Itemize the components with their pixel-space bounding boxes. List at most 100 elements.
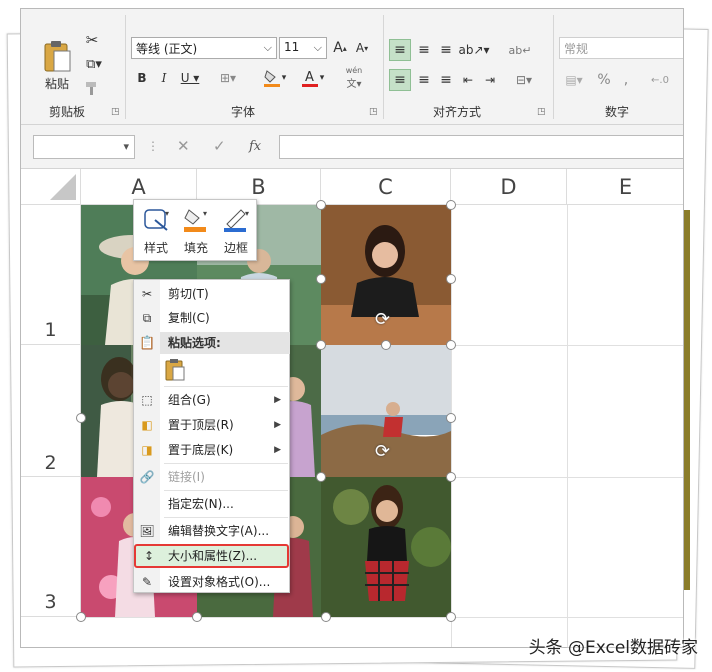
format-painter-icon[interactable] (83, 79, 101, 97)
resize-handle[interactable] (76, 413, 86, 423)
resize-handle[interactable] (316, 200, 326, 210)
photo-c3[interactable] (321, 477, 451, 617)
underline-button[interactable]: U ▾ (177, 69, 203, 87)
row-header-2[interactable]: 2 (21, 345, 81, 477)
chevron-down-icon: ⌵ (263, 41, 272, 54)
resize-handle[interactable] (446, 413, 456, 423)
decrease-font-icon[interactable]: A ▾ (353, 39, 371, 57)
row-header-3[interactable]: 3 (21, 477, 81, 617)
resize-handle[interactable] (76, 612, 86, 622)
clipboard-icon (44, 40, 71, 71)
align-right-button[interactable]: ≡ (435, 69, 457, 91)
formula-bar: ▾ ⋮ ✕ ✓ fx (21, 125, 683, 169)
menu-separator (164, 490, 288, 491)
increase-font-icon[interactable]: A ▴ (331, 39, 349, 57)
border-icon[interactable]: ⊞▾ (215, 69, 241, 87)
currency-icon[interactable]: ▤▾ (561, 69, 587, 91)
select-all-corner[interactable] (21, 169, 81, 205)
percent-icon[interactable]: % (595, 69, 613, 91)
align-top-button[interactable]: ≡ (389, 39, 411, 61)
paste-button[interactable]: 粘贴 (37, 35, 77, 95)
watermark: 头条 @Excel数据砖家 (528, 638, 698, 658)
menu-item-alt-text[interactable]: 🖼 编辑替换文字(A)... (134, 519, 289, 543)
alignment-launcher-icon[interactable]: ◳ (537, 107, 546, 117)
align-center-button[interactable]: ≡ (413, 69, 435, 91)
resize-handle[interactable] (446, 274, 456, 284)
size-properties-icon: ↕ (143, 549, 155, 563)
column-header-e[interactable]: E (567, 169, 683, 205)
border-button[interactable]: ▾ 边框 (218, 204, 254, 258)
bring-front-icon: ◧ (141, 418, 153, 432)
rotate-handle-icon[interactable]: ⟳ (375, 309, 390, 330)
style-button[interactable]: ▾ 样式 (138, 204, 174, 258)
row-header-1[interactable]: 1 (21, 205, 81, 345)
resize-handle[interactable] (316, 472, 326, 482)
clipboard-launcher-icon[interactable]: ◳ (111, 107, 120, 117)
ribbon: 粘贴 ✂ ⧉▾ 剪贴板 ◳ 等线 (正文) ⌵ 11 ⌵ A ▴ A ▾ B I U ▾… (21, 9, 683, 125)
svg-text:▾: ▾ (165, 209, 169, 218)
orientation-icon[interactable]: ab↗▾ (458, 39, 489, 61)
bold-button[interactable]: B (133, 69, 151, 87)
resize-handle[interactable] (446, 472, 456, 482)
paste-icon: 📋 (139, 336, 156, 351)
submenu-arrow-icon: ▶ (274, 420, 281, 430)
increase-indent-icon[interactable]: ⇥ (479, 69, 501, 91)
resize-handle[interactable] (316, 274, 326, 284)
font-name-combo[interactable]: 等线 (正文) ⌵ (131, 37, 277, 59)
menu-item-format-object[interactable]: ✎ 设置对象格式(O)... (134, 570, 289, 594)
phonetic-icon[interactable]: wén 文▾ (337, 66, 371, 90)
column-header-d[interactable]: D (451, 169, 567, 205)
wrap-text-icon[interactable]: ab↵ (509, 39, 532, 61)
resize-handle[interactable] (446, 340, 456, 350)
paste-option-button[interactable] (164, 358, 188, 382)
svg-text:A: A (305, 70, 314, 85)
formula-input[interactable] (279, 135, 683, 159)
merge-cells-icon[interactable]: ⊟▾ (509, 69, 539, 91)
fill-color-icon[interactable]: ▾ (259, 67, 289, 89)
menu-separator (164, 463, 288, 464)
fill-button[interactable]: ▾ 填充 (178, 204, 214, 258)
svg-text:▾: ▾ (203, 209, 207, 218)
menu-item-assign-macro[interactable]: 指定宏(N)... (134, 492, 289, 516)
resize-handle[interactable] (381, 340, 391, 350)
align-left-button[interactable]: ≡ (389, 69, 411, 91)
more-icon: ⋮ (147, 139, 159, 153)
rotate-handle-icon[interactable]: ⟳ (375, 441, 390, 462)
increase-decimal-icon[interactable]: ←.0 (645, 69, 675, 91)
comma-icon[interactable]: , (617, 69, 635, 91)
menu-separator (164, 517, 288, 518)
separator (553, 15, 554, 119)
column-header-c[interactable]: C (321, 169, 451, 205)
menu-item-send-back[interactable]: ◨ 置于底层(K) ▶ (134, 438, 289, 462)
font-size-combo[interactable]: 11 ⌵ (279, 37, 327, 59)
paste-options-header: 粘贴选项: (160, 332, 290, 354)
chevron-down-icon: ▾ (123, 140, 129, 153)
cut-icon[interactable]: ✂ (83, 31, 101, 49)
resize-handle[interactable] (316, 340, 326, 350)
align-bottom-button[interactable]: ≡ (435, 39, 457, 61)
number-format-combo[interactable]: 常规 (559, 37, 683, 59)
resize-handle[interactable] (446, 200, 456, 210)
copy-icon: ⧉ (142, 311, 152, 325)
menu-item-size-properties[interactable]: ↕ 大小和属性(Z)... (134, 544, 289, 568)
decrease-indent-icon[interactable]: ⇤ (457, 69, 479, 91)
insert-function-button[interactable]: fx (249, 139, 261, 154)
separator (125, 15, 126, 119)
resize-handle[interactable] (446, 612, 456, 622)
align-middle-button[interactable]: ≡ (413, 39, 435, 61)
resize-handle[interactable] (192, 612, 202, 622)
name-box[interactable]: ▾ (33, 135, 135, 159)
menu-item-group[interactable]: ⬚ 组合(G) ▶ (134, 388, 289, 412)
enter-icon[interactable]: ✓ (213, 137, 226, 155)
resize-handle[interactable] (321, 612, 331, 622)
font-launcher-icon[interactable]: ◳ (369, 107, 378, 117)
menu-item-cut[interactable]: ✂ 剪切(T) (134, 282, 289, 306)
svg-text:▾: ▾ (245, 209, 249, 218)
font-color-icon[interactable]: A ▾ (297, 67, 327, 89)
copy-icon[interactable]: ⧉▾ (81, 55, 107, 73)
italic-button[interactable]: I (155, 69, 173, 87)
menu-item-copy[interactable]: ⧉ 复制(C) (134, 306, 289, 330)
submenu-arrow-icon: ▶ (274, 445, 281, 455)
menu-item-bring-front[interactable]: ◧ 置于顶层(R) ▶ (134, 413, 289, 437)
cancel-icon[interactable]: ✕ (177, 137, 190, 155)
